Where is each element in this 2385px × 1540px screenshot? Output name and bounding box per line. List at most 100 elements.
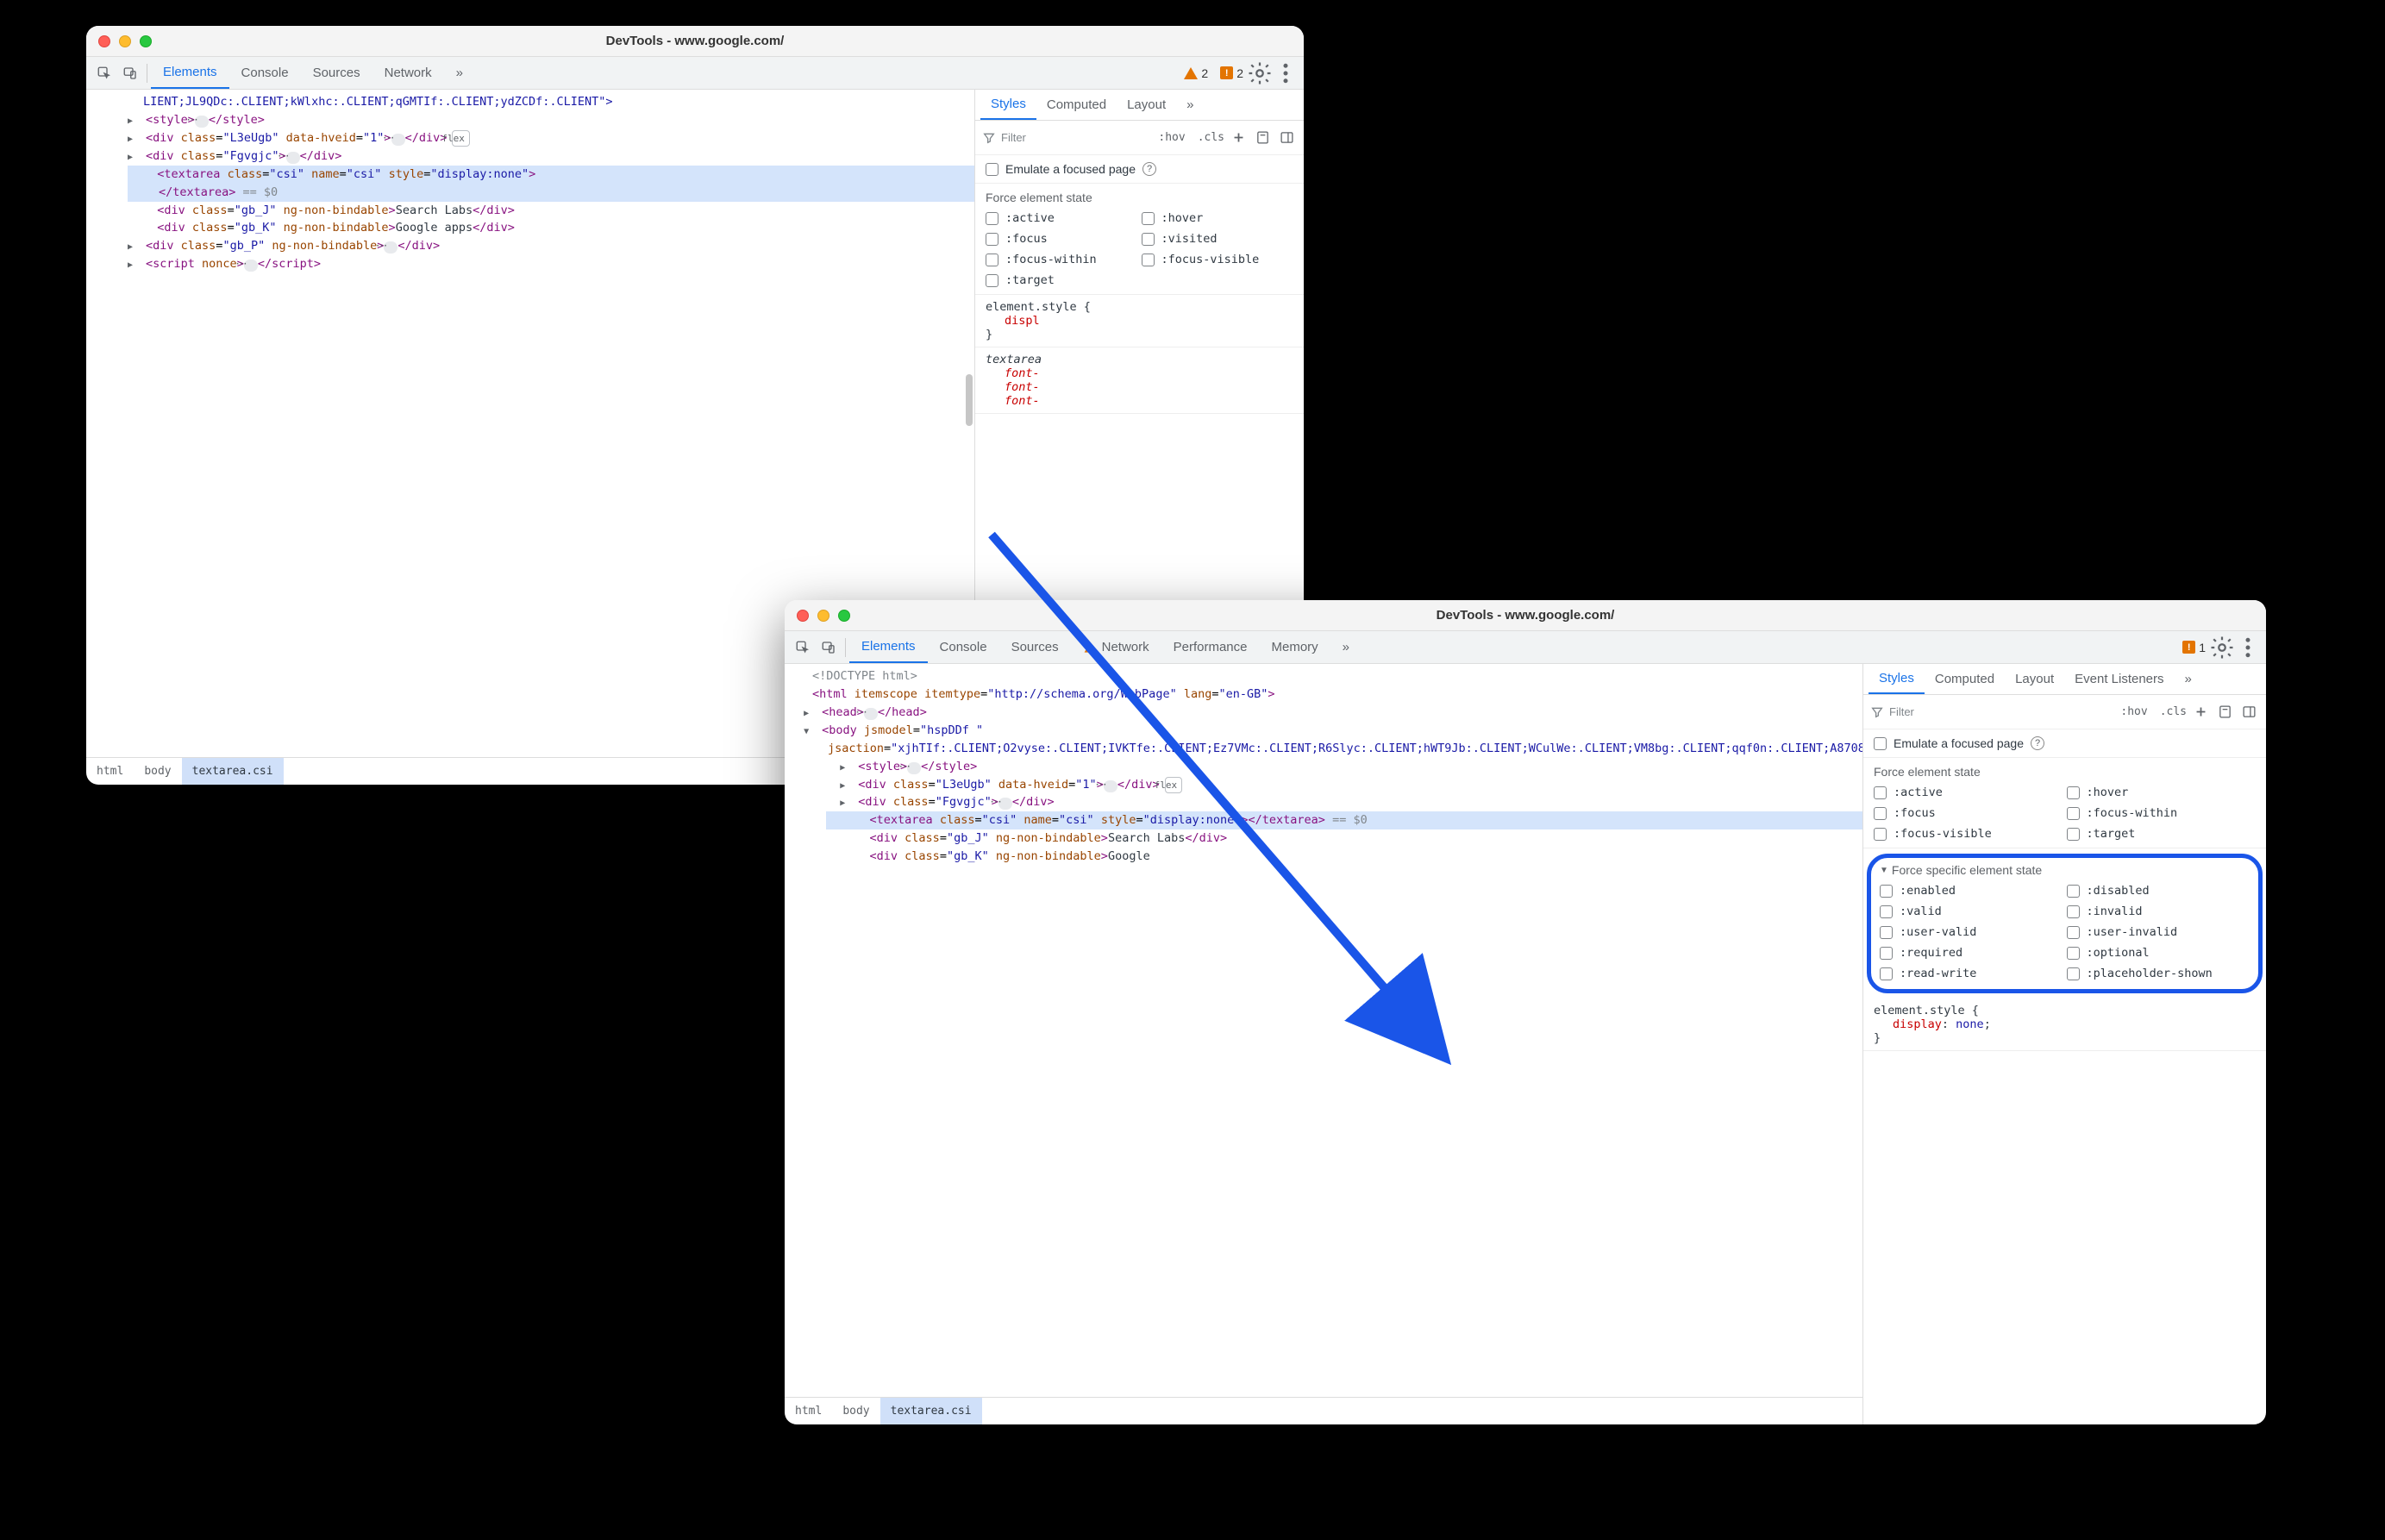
dom-doctype[interactable]: <!DOCTYPE html> xyxy=(797,667,1862,685)
crumb-html[interactable]: html xyxy=(86,758,134,785)
device-toggle-icon[interactable] xyxy=(816,635,842,660)
tab-network[interactable]: Network xyxy=(1071,631,1161,663)
tab-elements[interactable]: Elements xyxy=(151,57,229,89)
crumb-textarea[interactable]: textarea.csi xyxy=(880,1398,982,1424)
filter-input[interactable]: Filter xyxy=(982,131,1155,145)
zoom-window-button[interactable] xyxy=(838,610,850,622)
dom-div-node[interactable]: <div class="gb_J" ng-non-bindable>Search… xyxy=(826,829,1862,848)
minimize-window-button[interactable] xyxy=(817,610,829,622)
computed-styles-icon[interactable] xyxy=(2214,702,2235,723)
rendering-panel-icon[interactable] xyxy=(1276,128,1297,148)
pseudo-placeholder-shown[interactable]: :placeholder-shown xyxy=(2067,967,2250,980)
dom-html-node[interactable]: <html itemscope itemtype="http://schema.… xyxy=(797,685,1862,704)
pseudo-user-valid[interactable]: :user-valid xyxy=(1880,925,2063,939)
pseudo-focus-within[interactable]: :focus-within xyxy=(2067,806,2257,820)
subtab-more[interactable]: » xyxy=(2175,664,2202,694)
new-style-rule-icon[interactable] xyxy=(1228,128,1249,148)
dom-style-node[interactable]: <style></style> xyxy=(826,758,1862,776)
dom-textarea-node-selected[interactable]: ⋯ <textarea class="csi" name="csi" style… xyxy=(128,166,974,202)
computed-styles-icon[interactable] xyxy=(1252,128,1273,148)
ellipsis-icon[interactable] xyxy=(864,708,878,720)
dom-div-node[interactable]: <div class="gb_K" ng-non-bindable>Google… xyxy=(128,219,974,237)
ellipsis-icon[interactable] xyxy=(384,241,398,254)
inspect-icon[interactable] xyxy=(790,635,816,660)
tab-performance[interactable]: Performance xyxy=(1161,631,1260,663)
device-toggle-icon[interactable] xyxy=(117,60,143,86)
subtab-computed[interactable]: Computed xyxy=(1925,664,2005,694)
new-style-rule-icon[interactable] xyxy=(2190,702,2211,723)
help-icon[interactable]: ? xyxy=(2031,736,2044,750)
pseudo-optional[interactable]: :optional xyxy=(2067,946,2250,960)
cls-toggle[interactable]: .cls xyxy=(1198,131,1224,144)
pseudo-hover[interactable]: :hover xyxy=(1142,211,1294,225)
pseudo-focus[interactable]: :focus xyxy=(1874,806,2063,820)
inspect-icon[interactable] xyxy=(91,60,117,86)
ellipsis-icon[interactable] xyxy=(195,116,209,128)
settings-gear-icon[interactable] xyxy=(2209,635,2235,660)
ellipsis-icon[interactable] xyxy=(998,798,1012,810)
dom-div-node[interactable]: <div class="gb_P" ng-non-bindable></div> xyxy=(128,237,974,255)
minimize-window-button[interactable] xyxy=(119,35,131,47)
zoom-window-button[interactable] xyxy=(140,35,152,47)
dom-tree-panel[interactable]: <!DOCTYPE html> <html itemscope itemtype… xyxy=(785,664,1862,1424)
scrollbar-thumb[interactable] xyxy=(966,374,973,426)
subtab-computed[interactable]: Computed xyxy=(1036,90,1117,120)
subtab-more[interactable]: » xyxy=(1176,90,1204,120)
issues-icon[interactable]: ! xyxy=(2182,641,2195,654)
pseudo-valid[interactable]: :valid xyxy=(1880,905,2063,918)
issues-icon[interactable]: ! xyxy=(1220,66,1233,79)
crumb-body[interactable]: body xyxy=(134,758,181,785)
tab-sources[interactable]: Sources xyxy=(999,631,1071,663)
warning-icon[interactable] xyxy=(1184,67,1198,79)
dom-div-node[interactable]: <div class="gb_K" ng-non-bindable>Google xyxy=(826,848,1862,866)
close-window-button[interactable] xyxy=(797,610,809,622)
emulate-focus-checkbox[interactable] xyxy=(986,163,998,176)
crumb-body[interactable]: body xyxy=(832,1398,880,1424)
subtab-layout[interactable]: Layout xyxy=(1117,90,1176,120)
pseudo-active[interactable]: :active xyxy=(1874,786,2063,799)
ellipsis-icon[interactable] xyxy=(391,134,405,146)
subtab-layout[interactable]: Layout xyxy=(2005,664,2064,694)
subtab-styles[interactable]: Styles xyxy=(980,90,1036,120)
dom-div-node[interactable]: <div class="Fgvgjc"></div> xyxy=(826,793,1862,811)
cls-toggle[interactable]: .cls xyxy=(2160,705,2187,718)
tab-memory[interactable]: Memory xyxy=(1260,631,1330,663)
pseudo-focus-visible[interactable]: :focus-visible xyxy=(1142,253,1294,266)
pseudo-focus-visible[interactable]: :focus-visible xyxy=(1874,827,2063,841)
flex-badge[interactable]: flex xyxy=(1165,777,1183,793)
pseudo-target[interactable]: :target xyxy=(2067,827,2257,841)
close-window-button[interactable] xyxy=(98,35,110,47)
textarea-style-rule[interactable]: textarea font- font- font- xyxy=(975,347,1304,414)
emulate-focus-checkbox[interactable] xyxy=(1874,737,1887,750)
tab-more[interactable]: » xyxy=(444,57,475,89)
dom-div-node[interactable]: <div class="gb_J" ng-non-bindable>Search… xyxy=(128,202,974,220)
dom-style-node[interactable]: <style></style> xyxy=(128,111,974,129)
tab-elements[interactable]: Elements xyxy=(849,631,928,663)
dom-div-node[interactable]: <div class="L3eUgb" data-hveid="1"></div… xyxy=(826,776,1862,794)
kebab-menu-icon[interactable] xyxy=(2235,635,2261,660)
force-specific-state-heading[interactable]: Force specific element state xyxy=(1880,863,2250,877)
pseudo-target[interactable]: :target xyxy=(986,273,1138,287)
subtab-styles[interactable]: Styles xyxy=(1869,664,1925,694)
dom-head-node[interactable]: <head></head> xyxy=(797,704,1862,722)
pseudo-enabled[interactable]: :enabled xyxy=(1880,884,2063,898)
help-icon[interactable]: ? xyxy=(1142,162,1156,176)
settings-gear-icon[interactable] xyxy=(1247,60,1273,86)
rendering-panel-icon[interactable] xyxy=(2238,702,2259,723)
pseudo-user-invalid[interactable]: :user-invalid xyxy=(2067,925,2250,939)
pseudo-hover[interactable]: :hover xyxy=(2067,786,2257,799)
pseudo-disabled[interactable]: :disabled xyxy=(2067,884,2250,898)
pseudo-read-write[interactable]: :read-write xyxy=(1880,967,2063,980)
subtab-event-listeners[interactable]: Event Listeners xyxy=(2064,664,2174,694)
dom-body-node[interactable]: <body jsmodel="hspDDf " jsaction="xjhTIf… xyxy=(797,722,1862,758)
tab-console[interactable]: Console xyxy=(928,631,999,663)
tab-network[interactable]: Network xyxy=(372,57,444,89)
pseudo-focus-within[interactable]: :focus-within xyxy=(986,253,1138,266)
tab-console[interactable]: Console xyxy=(229,57,301,89)
dom-div-node[interactable]: <div class="Fgvgjc"></div> xyxy=(128,147,974,166)
ellipsis-icon[interactable] xyxy=(1104,780,1117,792)
pseudo-focus[interactable]: :focus xyxy=(986,232,1138,246)
flex-badge[interactable]: flex xyxy=(452,130,470,147)
pseudo-active[interactable]: :active xyxy=(986,211,1138,225)
hov-toggle[interactable]: :hov xyxy=(2120,705,2147,718)
